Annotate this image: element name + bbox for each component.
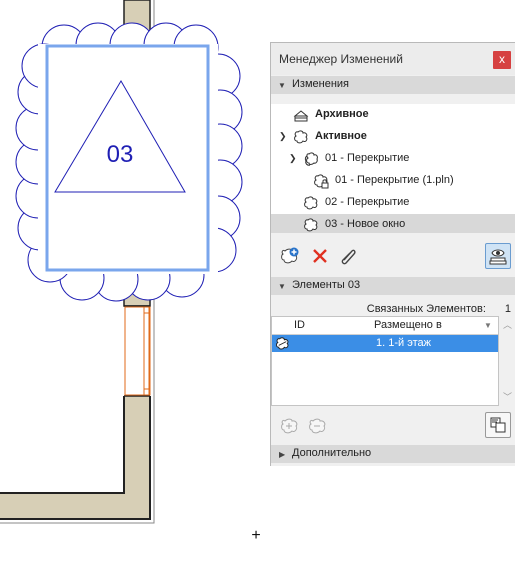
table-header: ID Размещено в ▼ xyxy=(272,317,498,335)
new-change-button[interactable] xyxy=(279,245,301,267)
remove-element-button[interactable] xyxy=(307,415,329,437)
tree-item-label: 02 - Перекрытие xyxy=(325,196,410,208)
window-element[interactable] xyxy=(124,306,151,396)
elements-toolbar xyxy=(271,409,515,445)
section-elements-label: Элементы 03 xyxy=(292,279,361,291)
tree-item-label: Архивное xyxy=(315,108,369,120)
cloud-stack-icon xyxy=(304,152,318,166)
scroll-up-icon[interactable]: ︿ xyxy=(503,318,512,331)
changes-tree: Архивное ❯ Активное ❯ 01 - Перекрытие 01… xyxy=(271,104,515,236)
attach-clip-icon[interactable] xyxy=(337,245,359,267)
section-changes-label: Изменения xyxy=(292,78,349,90)
panel-title: Менеджер Изменений xyxy=(279,52,403,66)
tree-item-label: 03 - Новое окно xyxy=(325,218,406,230)
tree-item-01-slab[interactable]: ❯ 01 - Перекрытие xyxy=(271,148,515,170)
scroll-down-icon[interactable]: ﹀ xyxy=(503,390,512,403)
horizontal-wall xyxy=(0,493,150,519)
collapse-triangle-icon: ▼ xyxy=(278,282,286,291)
tree-item-02-slab[interactable]: 02 - Перекрытие xyxy=(271,192,515,214)
table-scrollbar[interactable]: ︿ ﹀ xyxy=(500,316,515,406)
crosshair-cursor: + xyxy=(251,527,260,544)
chevron-down-icon[interactable]: ❯ xyxy=(279,131,287,142)
tree-item-label: 01 - Перекрытие xyxy=(325,152,410,164)
show-element-button[interactable] xyxy=(485,412,511,438)
stamp-eye-icon xyxy=(489,249,507,265)
collapse-triangle-icon: ▼ xyxy=(278,81,286,90)
cloud-element-icon xyxy=(276,337,289,350)
wall-outline-inner xyxy=(0,396,125,494)
change-manager-panel: Менеджер Изменений x ▼ Изменения Архивно… xyxy=(270,42,515,466)
tree-item-01-slab-pln[interactable]: 01 - Перекрытие (1.pln) xyxy=(271,170,515,192)
close-button[interactable]: x xyxy=(493,51,511,69)
elements-table: ID Размещено в ▼ 1. 1-й этаж xyxy=(271,316,499,406)
sort-arrow-icon[interactable]: ▼ xyxy=(484,321,492,330)
section-additional-label: Дополнительно xyxy=(292,447,372,459)
cloud-icon xyxy=(304,196,318,210)
floor-plan-view-icon xyxy=(490,417,506,433)
row-location: 1. 1-й этаж xyxy=(376,337,431,349)
tree-item-label: Активное xyxy=(315,130,367,142)
cloud-icon xyxy=(294,130,308,144)
expand-triangle-icon: ▶ xyxy=(279,450,286,459)
vertical-wall-lower xyxy=(124,396,150,504)
linked-elements-label: Связанных Элементов: xyxy=(366,303,486,315)
tree-item-label: 01 - Перекрытие (1.pln) xyxy=(335,174,454,186)
cloud-icon xyxy=(304,218,318,232)
change-marker-label: 03 xyxy=(107,141,134,168)
archive-stack-icon xyxy=(293,110,309,122)
chevron-down-icon[interactable]: ❯ xyxy=(289,153,297,164)
panel-titlebar[interactable]: Менеджер Изменений x xyxy=(271,43,515,75)
tree-item-archive[interactable]: Архивное xyxy=(271,104,515,126)
changes-toolbar xyxy=(271,233,515,275)
cloud-lock-icon xyxy=(314,174,329,189)
section-changes-header[interactable]: ▼ Изменения xyxy=(271,76,515,94)
delete-button[interactable] xyxy=(309,245,331,267)
column-header-location[interactable]: Размещено в xyxy=(374,319,442,331)
table-row[interactable]: 1. 1-й этаж xyxy=(272,335,498,352)
visibility-toggle-button[interactable] xyxy=(485,243,511,269)
linked-elements-count: 1 xyxy=(504,303,511,315)
tree-item-active[interactable]: ❯ Активное xyxy=(271,126,515,148)
column-header-id[interactable]: ID xyxy=(294,319,305,331)
section-elements-header[interactable]: ▼ Элементы 03 xyxy=(271,277,515,295)
add-element-button[interactable] xyxy=(279,415,301,437)
linked-elements-info: Связанных Элементов: 1 xyxy=(367,303,511,315)
section-additional-header[interactable]: ▶ Дополнительно xyxy=(271,445,515,463)
